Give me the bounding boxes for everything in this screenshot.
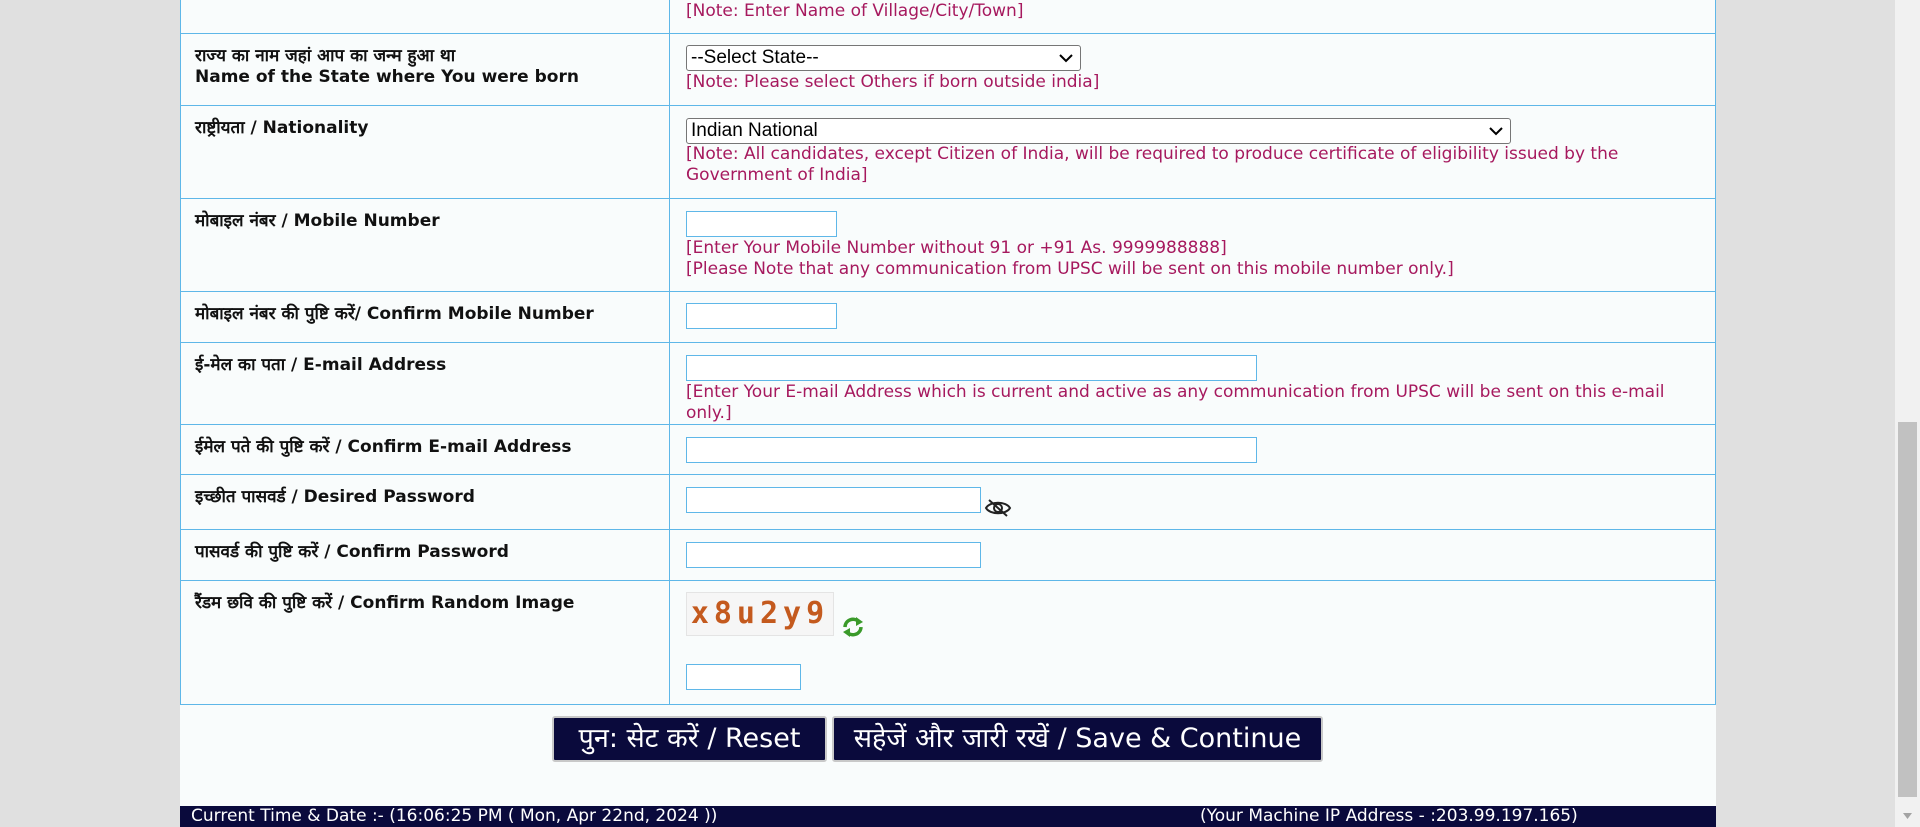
nationality-select-value: Indian National (691, 120, 818, 141)
password-label: इच्छीत पासवर्ड / Desired Password (195, 487, 475, 507)
email-field-cell: [Enter Your E-mail Address which is curr… (669, 342, 1716, 425)
confirm-mobile-label-cell: मोबाइल नंबर की पुष्टि करें/ Confirm Mobi… (180, 291, 670, 343)
nationality-field-cell: Indian National [Note: All candidates, e… (669, 105, 1716, 199)
confirm-mobile-label: मोबाइल नंबर की पुष्टि करें/ Confirm Mobi… (195, 304, 594, 324)
nationality-label: राष्ट्रीयता / Nationality (195, 118, 369, 138)
form-row-confirm-mobile: मोबाइल नंबर की पुष्टि करें/ Confirm Mobi… (180, 291, 1716, 343)
captcha-input[interactable] (686, 664, 801, 690)
password-input[interactable] (686, 487, 981, 513)
state-label-cell: राज्य का नाम जहां आप का जन्म हुआ था Name… (180, 33, 670, 106)
mobile-note-communication: [Please Note that any communication from… (686, 259, 1454, 279)
confirm-email-input[interactable] (686, 437, 1257, 463)
email-note: [Enter Your E-mail Address which is curr… (686, 382, 1665, 423)
confirm-mobile-field-cell (669, 291, 1716, 343)
form-row-nationality: राष्ट्रीयता / Nationality Indian Nationa… (180, 105, 1716, 199)
reset-button[interactable]: पुन: सेट करें / Reset (552, 716, 827, 762)
form-actions: पुन: सेट करें / Reset सहेजें और जारी रखे… (180, 716, 1716, 764)
registration-form-table: [Note: Enter Name of Village/City/Town] … (180, 0, 1716, 705)
machine-ip: (Your Machine IP Address - :203.99.197.1… (1200, 806, 1578, 826)
form-row-mobile: मोबाइल नंबर / Mobile Number [Enter Your … (180, 198, 1716, 292)
password-input-group (686, 487, 1699, 517)
state-field-cell: --Select State-- [Note: Please select Ot… (669, 33, 1716, 106)
current-time: Current Time & Date :- (16:06:25 PM ( Mo… (191, 806, 718, 826)
confirm-password-field-cell (669, 529, 1716, 581)
mobile-label-cell: मोबाइल नंबर / Mobile Number (180, 198, 670, 292)
form-row-password: इच्छीत पासवर्ड / Desired Password (180, 474, 1716, 530)
form-row-state: राज्य का नाम जहां आप का जन्म हुआ था Name… (180, 33, 1716, 106)
mobile-input[interactable] (686, 211, 837, 237)
save-continue-button[interactable]: सहेजें और जारी रखें / Save & Continue (832, 716, 1323, 762)
chevron-down-icon (1489, 127, 1503, 136)
password-label-cell: इच्छीत पासवर्ड / Desired Password (180, 474, 670, 530)
email-input[interactable] (686, 355, 1257, 381)
state-label-english: Name of the State where You were born (195, 67, 579, 87)
form-row-captcha: रैंडम छवि की पुष्टि करें / Confirm Rando… (180, 580, 1716, 705)
confirm-email-field-cell (669, 424, 1716, 475)
state-label-hindi: राज्य का नाम जहां आप का जन्म हुआ था (195, 46, 456, 66)
confirm-password-label-cell: पासवर्ड की पुष्टि करें / Confirm Passwor… (180, 529, 670, 581)
captcha-label-cell: रैंडम छवि की पुष्टि करें / Confirm Rando… (180, 580, 670, 705)
registration-form-page: [Note: Enter Name of Village/City/Town] … (180, 0, 1716, 827)
nationality-select[interactable]: Indian National (686, 118, 1511, 144)
confirm-password-label: पासवर्ड की पुष्टि करें / Confirm Passwor… (195, 542, 509, 562)
mobile-field-cell: [Enter Your Mobile Number without 91 or … (669, 198, 1716, 292)
form-row-confirm-email: ईमेल पते की पुष्टि करें / Confirm E-mail… (180, 424, 1716, 475)
birthplace-field-cell: [Note: Enter Name of Village/City/Town] (669, 0, 1716, 34)
captcha-image: x8u2y9 (686, 592, 834, 636)
email-label-cell: ई-मेल का पता / E-mail Address (180, 342, 670, 425)
confirm-email-label-cell: ईमेल पते की पुष्टि करें / Confirm E-mail… (180, 424, 670, 475)
nationality-label-cell: राष्ट्रीयता / Nationality (180, 105, 670, 199)
birthplace-note: [Note: Enter Name of Village/City/Town] (686, 1, 1024, 21)
state-note: [Note: Please select Others if born outs… (686, 72, 1100, 92)
state-select-value: --Select State-- (691, 47, 819, 68)
form-row-email: ई-मेल का पता / E-mail Address [Enter You… (180, 342, 1716, 425)
scroll-down-arrow-icon[interactable] (1895, 807, 1920, 825)
form-row-birthplace: [Note: Enter Name of Village/City/Town] (180, 0, 1716, 34)
eye-slash-icon[interactable] (984, 497, 1012, 519)
scrollbar-thumb[interactable] (1898, 422, 1917, 797)
captcha-image-group: x8u2y9 (686, 592, 1699, 637)
state-select[interactable]: --Select State-- (686, 45, 1081, 71)
captcha-label: रैंडम छवि की पुष्टि करें / Confirm Rando… (195, 593, 575, 613)
confirm-email-label: ईमेल पते की पुष्टि करें / Confirm E-mail… (195, 437, 572, 457)
vertical-scrollbar[interactable] (1895, 0, 1920, 827)
confirm-password-input[interactable] (686, 542, 981, 568)
form-row-confirm-password: पासवर्ड की पुष्टि करें / Confirm Passwor… (180, 529, 1716, 581)
password-field-cell (669, 474, 1716, 530)
birthplace-label-cell (180, 0, 670, 34)
captcha-field-cell: x8u2y9 (669, 580, 1716, 705)
email-label: ई-मेल का पता / E-mail Address (195, 355, 447, 375)
mobile-label: मोबाइल नंबर / Mobile Number (195, 211, 440, 231)
mobile-note-format: [Enter Your Mobile Number without 91 or … (686, 238, 1227, 258)
chevron-down-icon (1059, 54, 1073, 63)
nationality-note: [Note: All candidates, except Citizen of… (686, 144, 1619, 185)
confirm-mobile-input[interactable] (686, 303, 837, 329)
refresh-icon[interactable] (840, 614, 866, 640)
status-footer: Current Time & Date :- (16:06:25 PM ( Mo… (180, 806, 1716, 827)
